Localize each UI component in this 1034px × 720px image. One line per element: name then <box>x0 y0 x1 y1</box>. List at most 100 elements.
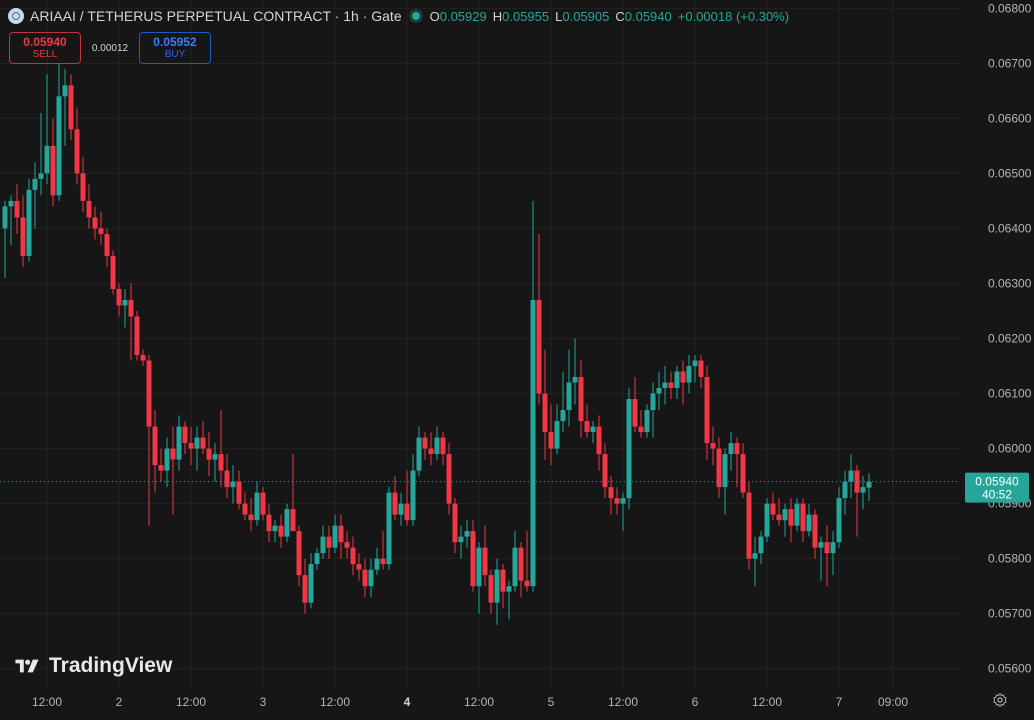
candle <box>362 558 368 598</box>
candle-body <box>674 371 680 389</box>
candle-body <box>38 173 44 179</box>
close-value: 0.05940 <box>624 8 672 24</box>
candle <box>338 514 344 559</box>
ohlc-high: H0.05955 <box>493 9 549 24</box>
candle-body <box>116 288 122 306</box>
candle <box>512 531 518 592</box>
candle <box>326 525 332 559</box>
candle-body <box>86 200 92 218</box>
candle <box>470 520 476 592</box>
candle-body <box>650 393 656 411</box>
candle-body <box>104 233 110 256</box>
candle-body <box>398 503 404 515</box>
candle-body <box>800 503 806 532</box>
time-tick-label: 12:00 <box>752 695 782 709</box>
price-axis[interactable]: 0.05600 0.05700 0.05800 0.05900 0.06000 0.061… <box>960 0 1034 688</box>
candle-body <box>218 454 224 471</box>
candle-body <box>458 536 464 543</box>
candle-body <box>782 509 788 521</box>
candle-body <box>548 432 554 449</box>
time-tick-label: 4 <box>404 695 411 709</box>
candle <box>266 503 272 543</box>
candle <box>782 503 788 537</box>
candle <box>776 498 782 526</box>
open-value: 0.05929 <box>439 8 487 24</box>
candle <box>176 415 182 471</box>
symbol-title[interactable]: ARIAAI / TETHERUS PERPETUAL CONTRACT · 1… <box>30 8 402 24</box>
candle-body <box>812 514 818 548</box>
buy-button[interactable]: 0.05952 BUY <box>139 32 211 64</box>
candle <box>554 404 560 455</box>
gear-icon[interactable] <box>992 692 1008 708</box>
candle-body <box>602 454 608 488</box>
candle-body <box>350 547 356 565</box>
candle-body <box>464 531 470 537</box>
candle-body <box>188 443 194 449</box>
current-price-tag[interactable]: 0.0594040:52 <box>965 472 1029 503</box>
candle <box>578 360 584 438</box>
candle <box>2 200 8 278</box>
candle <box>272 520 278 543</box>
candle-body <box>134 316 140 356</box>
candle <box>254 481 260 526</box>
tradingview-logo[interactable]: TradingView <box>12 654 172 678</box>
candle <box>866 473 872 501</box>
sell-button[interactable]: 0.05940 SELL <box>9 32 81 64</box>
price-tick-label: 0.05600 <box>988 662 1032 676</box>
candle-body <box>428 448 434 455</box>
chart-area[interactable] <box>0 0 960 688</box>
candle <box>674 366 680 400</box>
candle-body <box>158 465 164 471</box>
time-scale[interactable]: 12:00 2 12:00 3 12:00 4 12:00 5 12:00 6 12:00 7 09:0… <box>0 688 960 715</box>
price-scale[interactable]: 0.056000.057000.058000.059000.060000.061… <box>960 0 1034 688</box>
candle <box>536 233 542 405</box>
candle <box>830 531 836 576</box>
candle <box>518 542 524 598</box>
candle <box>68 74 74 141</box>
candle-body <box>356 564 362 570</box>
candle <box>320 525 326 559</box>
candle-body <box>164 448 170 471</box>
candle <box>56 63 62 201</box>
candle <box>158 448 164 482</box>
candle <box>356 553 362 581</box>
candle <box>302 558 308 614</box>
high-key: H <box>492 8 503 24</box>
candle-body <box>68 85 74 130</box>
candle <box>182 421 188 455</box>
buy-label: BUY <box>164 49 186 60</box>
price-tick-label: 0.06800 <box>988 1 1032 15</box>
candle <box>224 454 230 499</box>
candle-body <box>488 575 494 603</box>
market-status-icon[interactable] <box>411 12 420 20</box>
candle <box>824 525 830 587</box>
candle <box>128 283 134 361</box>
candle-body <box>314 553 320 565</box>
candle <box>32 162 38 229</box>
candle-body <box>446 454 452 504</box>
candle <box>548 404 554 466</box>
candle-body <box>386 492 392 565</box>
candle <box>458 525 464 559</box>
candle-body <box>584 421 590 433</box>
candle <box>410 454 416 526</box>
candlestick-chart[interactable] <box>0 0 960 688</box>
ohlc-close: C0.05940 <box>615 9 671 24</box>
candle <box>290 454 296 532</box>
candle-body <box>170 448 176 460</box>
candle <box>170 426 176 515</box>
price-tick-label: 0.05700 <box>988 607 1032 621</box>
candle <box>716 437 722 499</box>
candle <box>482 525 488 587</box>
candle-body <box>296 531 302 576</box>
candle <box>80 156 86 212</box>
candle <box>86 184 92 229</box>
time-tick-label: 09:00 <box>878 695 908 709</box>
ariaai-coin-icon[interactable] <box>8 8 24 24</box>
candle-body <box>722 454 728 488</box>
candle-body <box>848 470 854 482</box>
time-axis[interactable]: 12:00 2 12:00 3 12:00 4 12:00 5 12:00 6 12:00 7 09:0… <box>0 688 960 715</box>
candle-body <box>374 558 380 570</box>
candle-body <box>734 443 740 455</box>
candle <box>284 503 290 543</box>
